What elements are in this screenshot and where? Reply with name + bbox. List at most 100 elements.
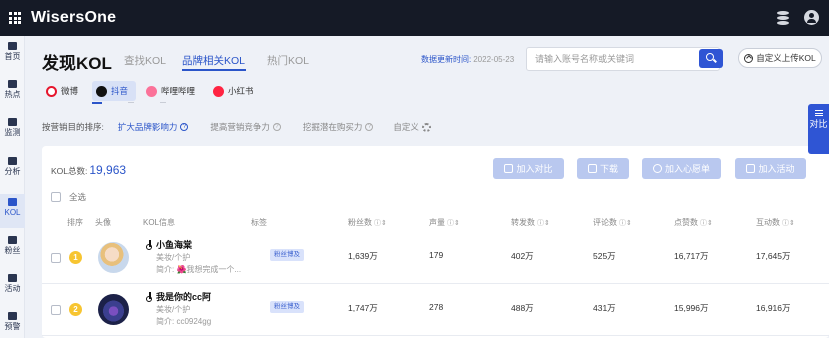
column-header-voice[interactable]: 声量 ⓘ⇕ [429, 217, 460, 228]
douyin-icon [146, 240, 153, 250]
column-header-avatar: 头像 [95, 218, 111, 227]
avatar[interactable] [98, 294, 129, 325]
platform-xiaohongshu[interactable]: 小红书 [209, 81, 262, 101]
analysis-icon [8, 157, 17, 165]
repost-count: 488万 [511, 303, 534, 313]
fans-count: 1,639万 [348, 251, 378, 261]
search-button[interactable] [699, 49, 723, 68]
row-checkbox[interactable] [51, 253, 61, 263]
page-title: 发现KOL [42, 54, 112, 73]
gear-icon [421, 122, 431, 132]
divider [160, 102, 166, 103]
rank-badge: 2 [69, 303, 82, 316]
kol-panel: KOL总数: 19,963 加入对比 下载 加入心愿单 加入活动 全选 排序 头像… [42, 146, 829, 338]
add-activity-button[interactable]: 加入活动 [735, 158, 806, 179]
custom-upload-kol-button[interactable]: 自定义上传KOL [738, 48, 822, 68]
table-row[interactable]: 1 小鱼海棠 美妆/个护 简介: 🌺我想完成一个... 粉丝博及 1,639万 … [42, 233, 829, 283]
douyin-icon [96, 85, 108, 97]
platform-douyin[interactable]: 抖音 [92, 81, 137, 101]
sidebar-item-monitor[interactable]: 监测 [0, 118, 25, 148]
like-count: 16,717万 [674, 251, 709, 261]
select-all-checkbox[interactable] [51, 192, 61, 202]
table-row[interactable]: 2 我是你的cc阿 美妆/个护 简介: cc0924gg 粉丝博及 1,747万… [42, 285, 829, 335]
add-compare-button[interactable]: 加入对比 [493, 158, 564, 179]
kol-category: 美妆/个护 [156, 305, 191, 314]
sidebar-item-activity[interactable]: 活动 [0, 274, 25, 304]
column-header-interactions[interactable]: 互动数 ⓘ⇕ [756, 217, 795, 228]
add-wishlist-button[interactable]: 加入心愿单 [642, 158, 721, 179]
sidebar-item-analysis[interactable]: 分析 [0, 157, 25, 187]
row-divider [42, 335, 829, 336]
sort-icon: ⓘ⇕ [372, 220, 387, 227]
sort-option-competitiveness[interactable]: 提高营销竞争力? [210, 121, 281, 133]
sidebar-item-home[interactable]: 首页 [0, 42, 25, 72]
column-header-fans[interactable]: 粉丝数 ⓘ⇕ [348, 217, 387, 228]
sidebar-item-fans[interactable]: 粉丝 [0, 236, 25, 266]
active-tab-indicator [182, 69, 246, 71]
search-input[interactable] [526, 47, 720, 71]
platform-tabs: 微博 抖音 哔哩哔哩 小红书 [42, 81, 262, 103]
kol-tag: 粉丝博及 [270, 301, 304, 313]
kol-icon [8, 198, 17, 206]
main-content: 发现KOL 查找KOL 品牌相关KOL 热门KOL 数据更新时间: 2022-05… [26, 36, 829, 338]
activity-icon [746, 164, 756, 173]
floating-compare-button[interactable]: 对比 [808, 104, 829, 154]
rank-badge: 1 [69, 251, 82, 264]
kol-category: 美妆/个护 [156, 253, 191, 262]
sort-icon: ⓘ⇕ [535, 220, 550, 227]
row-checkbox[interactable] [51, 305, 61, 315]
tab-search-kol[interactable]: 查找KOL [124, 53, 166, 68]
update-time: 数据更新时间: 2022-05-23 [421, 55, 515, 64]
help-icon: ? [272, 123, 281, 131]
kol-name[interactable]: 小鱼海棠 [146, 238, 192, 251]
kol-total: KOL总数: 19,963 [51, 163, 127, 177]
sort-icon: ⓘ⇕ [780, 220, 795, 227]
app-grid-icon[interactable] [9, 12, 21, 24]
fans-count: 1,747万 [348, 303, 378, 313]
avatar[interactable] [98, 242, 129, 273]
download-icon [587, 164, 597, 173]
sidebar-item-hot[interactable]: 热点 [0, 80, 25, 110]
sidebar-item-alert[interactable]: 预警 [0, 312, 25, 338]
user-account-icon[interactable] [803, 9, 819, 27]
sidebar-item-kol[interactable]: KOL [0, 194, 25, 228]
tab-hot-kol[interactable]: 热门KOL [267, 53, 309, 68]
platform-bilibili[interactable]: 哔哩哔哩 [142, 81, 203, 101]
sort-label: 按营销目的排序: [42, 122, 104, 132]
column-header-reposts[interactable]: 转发数 ⓘ⇕ [511, 217, 550, 228]
voice-count: 179 [429, 250, 444, 260]
activity-icon [8, 274, 17, 282]
sort-icon: ⓘ⇕ [698, 220, 713, 227]
repost-count: 402万 [511, 251, 534, 261]
column-header-comments[interactable]: 评论数 ⓘ⇕ [593, 217, 632, 228]
monitor-icon [8, 118, 17, 126]
download-button[interactable]: 下载 [577, 158, 629, 179]
comment-count: 525万 [593, 251, 616, 261]
sort-bar: 按营销目的排序: 扩大品牌影响力? 提高营销竞争力? 挖掘潜在购买力? 自定义 [42, 121, 431, 133]
home-icon [8, 42, 17, 50]
select-all[interactable]: 全选 [51, 191, 86, 203]
divider [128, 102, 134, 103]
compare-icon [504, 164, 514, 173]
fans-icon [8, 236, 17, 244]
help-icon: ? [180, 123, 189, 131]
xiaohongshu-icon [213, 85, 225, 97]
alert-icon [8, 312, 17, 320]
douyin-icon [146, 292, 153, 302]
sort-option-brand-influence[interactable]: 扩大品牌影响力? [118, 121, 189, 133]
menu-icon [814, 110, 823, 116]
tab-brand-kol[interactable]: 品牌相关KOL [182, 53, 245, 68]
column-header-info: KOL信息 [143, 218, 176, 227]
sort-icon: ⓘ⇕ [617, 220, 632, 227]
weibo-icon [46, 85, 57, 97]
kol-bio: 简介: 🌺我想完成一个... [156, 265, 242, 274]
platform-weibo[interactable]: 微博 [42, 81, 86, 101]
kol-name[interactable]: 我是你的cc阿 [146, 290, 211, 303]
comment-count: 431万 [593, 303, 616, 313]
sort-option-purchasing-power[interactable]: 挖掘潜在购买力? [303, 121, 374, 133]
sort-option-custom[interactable]: 自定义 [393, 121, 431, 133]
database-icon[interactable] [775, 9, 791, 27]
column-header-likes[interactable]: 点赞数 ⓘ⇕ [674, 217, 713, 228]
top-bar: WisersOne [0, 0, 829, 36]
brand-logo: WisersOne [31, 9, 117, 26]
